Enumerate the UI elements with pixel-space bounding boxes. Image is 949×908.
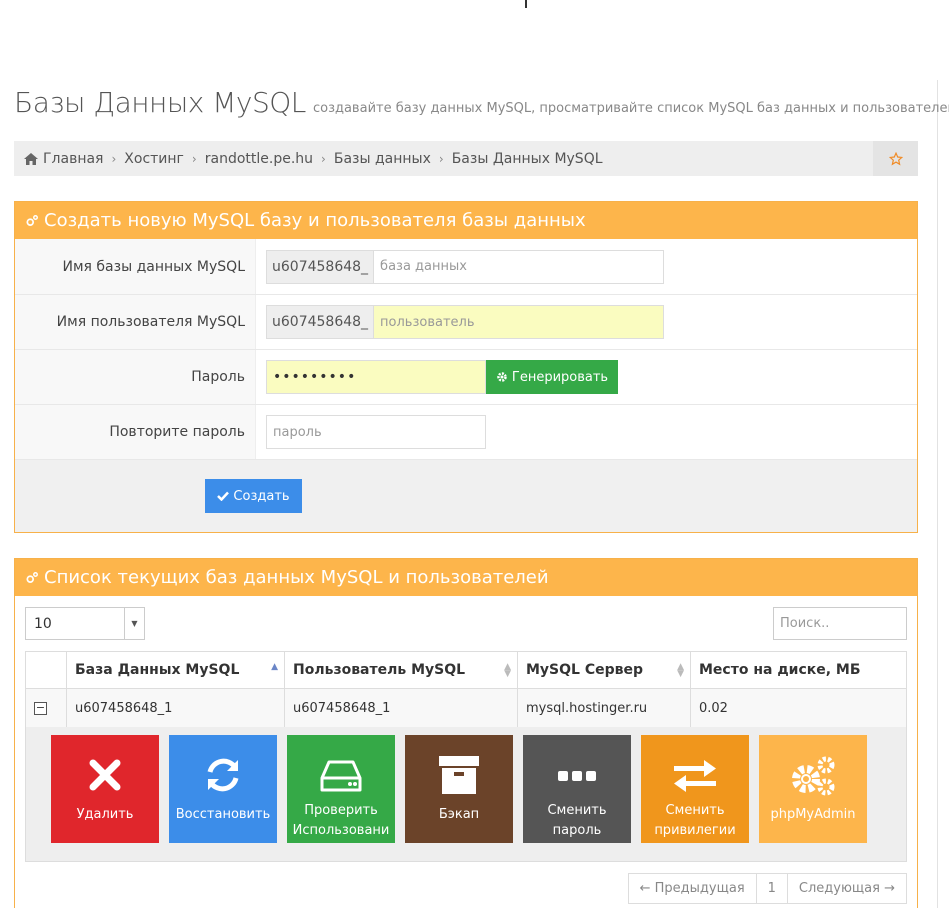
ellipsis-icon: [558, 771, 596, 781]
create-database-panel: Создать новую MySQL базу и пользователя …: [14, 201, 918, 533]
password-input[interactable]: [266, 360, 486, 394]
swap-icon: [674, 760, 716, 792]
delete-button[interactable]: Удалить: [51, 735, 159, 843]
list-panel-header: Список текущих баз данных MySQL и пользо…: [15, 559, 917, 596]
cogs-icon: [26, 571, 38, 583]
database-list-panel: Список текущих баз данных MySQL и пользо…: [14, 558, 918, 908]
create-form: Имя базы данных MySQL u607458648_ Имя по…: [15, 239, 917, 532]
refresh-icon: [207, 758, 239, 792]
db-user-prefix: u607458648_: [266, 305, 374, 339]
sort-asc-icon: ▲: [271, 662, 278, 672]
column-database[interactable]: База Данных MySQL ▲: [66, 651, 285, 689]
column-disk[interactable]: Место на диске, МБ: [690, 651, 907, 689]
create-panel-title: Создать новую MySQL базу и пользователя …: [44, 210, 586, 231]
cogs-icon: [792, 756, 835, 796]
db-user-input[interactable]: [373, 305, 665, 339]
db-name-label: Имя базы данных MySQL: [15, 239, 256, 294]
previous-page-button[interactable]: ← Предыдущая: [629, 874, 756, 903]
cogs-icon: [26, 214, 38, 226]
breadcrumb-separator-icon: ›: [321, 151, 326, 166]
create-button[interactable]: Создать: [205, 479, 302, 513]
breadcrumb-current: Базы Данных MySQL: [451, 150, 603, 167]
db-user-label: Имя пользователя MySQL: [15, 295, 256, 349]
db-name-prefix: u607458648_: [266, 249, 374, 284]
breadcrumb: Главная › Хостинг › randottle.pe.hu › Ба…: [14, 141, 918, 176]
check-usage-button[interactable]: Проверить Использовани: [287, 735, 395, 843]
column-user[interactable]: Пользователь MySQL ▲ ▼: [284, 651, 518, 689]
chevron-down-icon: ▼: [124, 608, 144, 639]
generate-password-button[interactable]: Генерировать: [486, 360, 618, 394]
cell-user: u607458648_1: [284, 688, 518, 728]
sort-both-icon: ▲ ▼: [677, 662, 684, 679]
generate-password-label: Генерировать: [511, 369, 609, 385]
check-icon: [217, 491, 230, 501]
close-icon: [89, 759, 121, 791]
phpmyadmin-button[interactable]: phpMyAdmin: [759, 735, 867, 843]
column-server[interactable]: MySQL Сервер ▲ ▼: [517, 651, 691, 689]
breadcrumb-hosting[interactable]: Хостинг: [124, 151, 184, 167]
change-privileges-button[interactable]: Сменить привилегии: [641, 735, 749, 843]
db-name-input[interactable]: [373, 249, 665, 284]
cell-server: mysql.hostinger.ru: [517, 688, 691, 728]
pagination: ← Предыдущая 1 Следующая →: [627, 873, 907, 904]
scrollbar-track[interactable]: [937, 80, 949, 908]
row-actions: Удалить Восстановить Проверить Использов…: [25, 727, 907, 862]
form-row-password: Пароль Генерировать: [15, 349, 917, 404]
repeat-password-label: Повторите пароль: [15, 405, 256, 459]
create-panel-header: Создать новую MySQL базу и пользователя …: [15, 202, 917, 239]
page-length-value: 10: [34, 615, 52, 632]
page-number-1[interactable]: 1: [755, 874, 787, 903]
change-password-button[interactable]: Сменить пароль: [523, 735, 631, 843]
table-row: − u607458648_1 u607458648_1 mysql.hostin…: [25, 688, 907, 728]
archive-icon: [439, 756, 479, 794]
breadcrumb-domain[interactable]: randottle.pe.hu: [205, 151, 313, 167]
page-title: Базы Данных MySQL: [14, 86, 306, 119]
sort-both-icon: ▲ ▼: [504, 662, 511, 679]
home-icon: [24, 152, 38, 165]
password-label: Пароль: [15, 350, 256, 404]
form-row-repeat-password: Повторите пароль: [15, 404, 917, 459]
star-icon: [888, 151, 903, 165]
form-row-db-name: Имя базы данных MySQL u607458648_: [15, 239, 917, 294]
next-page-button[interactable]: Следующая →: [786, 874, 906, 903]
row-toggle-cell: −: [25, 688, 67, 728]
repeat-password-input[interactable]: [266, 415, 486, 449]
breadcrumb-separator-icon: ›: [438, 151, 444, 166]
cell-disk: 0.02: [690, 688, 907, 728]
cell-database: u607458648_1: [66, 688, 285, 728]
page-length-select[interactable]: 10 ▼: [25, 607, 145, 640]
create-button-label: Создать: [233, 488, 290, 504]
list-panel-title: Список текущих баз данных MySQL и пользо…: [44, 567, 549, 588]
breadcrumb-home[interactable]: Главная: [43, 151, 103, 167]
breadcrumb-databases[interactable]: Базы данных: [334, 151, 431, 167]
favorite-button[interactable]: [873, 141, 918, 176]
hard-drive-icon: [320, 760, 362, 792]
search-input[interactable]: [773, 607, 907, 640]
collapse-icon[interactable]: −: [34, 701, 47, 715]
page-subtitle: создавайте базу данных MySQL, просматрив…: [312, 101, 949, 116]
form-row-db-user: Имя пользователя MySQL u607458648_: [15, 294, 917, 349]
page-header: Базы Данных MySQL создавайте базу данных…: [14, 86, 949, 119]
form-footer: Создать: [15, 459, 917, 532]
restore-button[interactable]: Восстановить: [169, 735, 277, 843]
backup-button[interactable]: Бэкап: [405, 735, 513, 843]
breadcrumb-separator-icon: ›: [111, 151, 117, 166]
top-edge-mark: [525, 0, 527, 8]
expand-column-header: [25, 651, 67, 689]
gear-icon: [497, 372, 507, 382]
breadcrumb-separator-icon: ›: [191, 151, 197, 166]
databases-table: База Данных MySQL ▲ Пользователь MySQL ▲…: [25, 651, 907, 728]
